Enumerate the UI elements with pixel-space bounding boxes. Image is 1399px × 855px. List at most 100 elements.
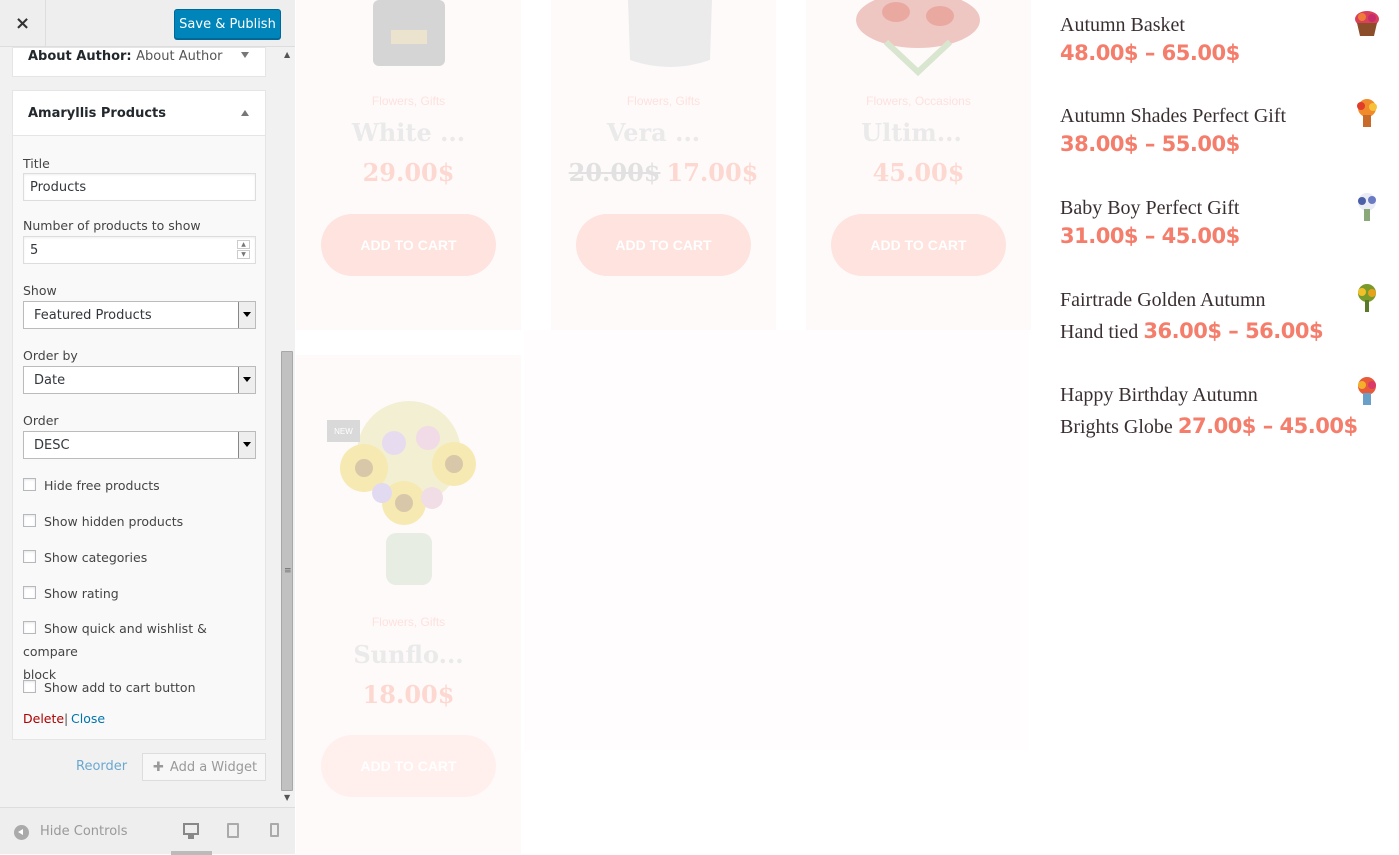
- checkbox-label: Show rating: [44, 586, 119, 601]
- mobile-preview-icon[interactable]: [270, 823, 279, 837]
- product-price: 45.00$: [872, 158, 965, 187]
- add-to-cart-button[interactable]: ADD TO CART: [831, 214, 1006, 276]
- baby-boy-thumb[interactable]: [1352, 192, 1382, 222]
- show-add-to-cart-checkbox-row[interactable]: Show add to cart button: [23, 676, 258, 699]
- checkbox[interactable]: [23, 514, 36, 527]
- dropdown-arrow-icon[interactable]: [238, 302, 255, 328]
- widget-product-item[interactable]: Baby Boy Perfect Gift 31.00$ – 45.00$: [1060, 192, 1380, 248]
- product-category[interactable]: Flowers, Gifts: [551, 94, 776, 108]
- add-widget-label: Add a Widget: [169, 760, 258, 775]
- checkbox-label: Show quick and wishlist & compare: [23, 621, 207, 659]
- panel-scrollbar[interactable]: ▲ ≡ ▼: [280, 47, 295, 807]
- orderby-select-value: Date: [34, 373, 66, 388]
- orderby-select[interactable]: Date: [23, 366, 256, 394]
- order-label: Order: [23, 413, 59, 428]
- add-to-cart-button[interactable]: ADD TO CART: [321, 735, 496, 797]
- widget-product-name[interactable]: Autumn Shades Perfect Gift: [1060, 100, 1380, 132]
- product-name[interactable]: Ultim...: [799, 118, 1024, 147]
- checkbox[interactable]: [23, 680, 36, 693]
- widgets-panel: About Author: About Author Amaryllis Pro…: [0, 47, 295, 807]
- widget-product-item[interactable]: Happy Birthday Autumn Brights Globe 27.0…: [1060, 379, 1380, 443]
- widget-subtitle: About Author: [136, 49, 223, 64]
- grid-filler: [524, 330, 1029, 750]
- show-hidden-checkbox-row[interactable]: Show hidden products: [23, 510, 258, 533]
- old-price: 20.00$: [568, 158, 661, 187]
- widget-title: Amaryllis Products: [28, 106, 166, 121]
- widget-product-name-continued[interactable]: Hand tied: [1060, 321, 1138, 343]
- dropdown-arrow-icon[interactable]: [238, 367, 255, 393]
- product-name[interactable]: Vera ...: [541, 118, 766, 147]
- scrollbar-thumb[interactable]: ≡: [281, 351, 293, 791]
- num-products-value: 5: [30, 243, 39, 258]
- title-input[interactable]: Products: [23, 173, 256, 201]
- link-separator: |: [64, 711, 69, 726]
- product-category[interactable]: Flowers, Occasions: [806, 94, 1031, 108]
- collapse-arrow-icon[interactable]: [14, 825, 29, 840]
- widget-product-item[interactable]: Autumn Shades Perfect Gift 38.00$ – 55.0…: [1060, 100, 1380, 156]
- hide-free-checkbox-row[interactable]: Hide free products: [23, 474, 258, 497]
- widget-product-name[interactable]: Happy Birthday Autumn: [1060, 379, 1380, 411]
- order-select[interactable]: DESC: [23, 431, 256, 459]
- delete-widget-link[interactable]: Delete: [23, 711, 64, 726]
- widget-product-price: 48.00$ – 65.00$: [1060, 41, 1240, 65]
- widget-product-price: 31.00$ – 45.00$: [1060, 224, 1240, 248]
- add-to-cart-button[interactable]: ADD TO CART: [321, 214, 496, 276]
- autumn-basket-thumb[interactable]: [1352, 8, 1382, 38]
- collapse-arrow-icon[interactable]: [241, 110, 249, 116]
- checkbox[interactable]: [23, 586, 36, 599]
- scroll-up-arrow-icon[interactable]: ▲: [284, 50, 290, 59]
- show-categories-checkbox-row[interactable]: Show categories: [23, 546, 258, 569]
- scroll-down-arrow-icon[interactable]: ▼: [284, 793, 290, 802]
- widget-product-name-continued[interactable]: Brights Globe: [1060, 416, 1173, 438]
- checkbox-label: Show add to cart button: [44, 680, 196, 695]
- checkbox[interactable]: [23, 550, 36, 563]
- hide-controls-button[interactable]: Hide Controls: [40, 824, 128, 839]
- add-to-cart-button[interactable]: ADD TO CART: [576, 214, 751, 276]
- dropdown-arrow-icon[interactable]: [238, 432, 255, 458]
- grip-icon: ≡: [284, 566, 292, 576]
- customizer-header: × Save & Publish: [0, 0, 295, 47]
- product-category[interactable]: Flowers, Gifts: [296, 94, 521, 108]
- checkbox[interactable]: [23, 621, 36, 634]
- show-label: Show: [23, 283, 57, 298]
- checkbox[interactable]: [23, 478, 36, 491]
- widget-product-name[interactable]: Fairtrade Golden Autumn: [1060, 284, 1380, 316]
- show-select[interactable]: Featured Products: [23, 301, 256, 329]
- product-name[interactable]: White ...: [296, 118, 521, 147]
- product-name[interactable]: Sunflo...: [296, 640, 521, 669]
- close-customizer-button[interactable]: ×: [0, 0, 46, 47]
- widget-product-price: 27.00$ – 45.00$: [1177, 414, 1358, 438]
- orderby-label: Order by: [23, 348, 78, 363]
- close-widget-link[interactable]: Close: [71, 711, 105, 726]
- save-publish-button[interactable]: Save & Publish: [174, 9, 281, 39]
- autumn-shades-thumb[interactable]: [1352, 98, 1382, 128]
- checkbox-label: Show categories: [44, 550, 148, 565]
- show-rating-checkbox-row[interactable]: Show rating: [23, 582, 258, 605]
- show-select-value: Featured Products: [34, 308, 152, 323]
- widget-header[interactable]: Amaryllis Products: [13, 91, 265, 136]
- gift-box-image: [373, 0, 445, 66]
- tablet-preview-icon[interactable]: [227, 823, 239, 838]
- happy-birthday-thumb[interactable]: [1352, 376, 1382, 406]
- widget-product-price: 38.00$ – 55.00$: [1060, 132, 1240, 156]
- customizer-footer: Hide Controls: [0, 807, 295, 855]
- desktop-preview-icon[interactable]: [183, 823, 199, 839]
- customizer-sidebar: × Save & Publish About Author: About Aut…: [0, 0, 295, 855]
- num-products-input[interactable]: 5 ▲ ▼: [23, 236, 256, 264]
- sale-price: 17.00$: [666, 158, 759, 187]
- expand-arrow-icon[interactable]: [241, 52, 249, 58]
- bouquet-image: [856, 0, 980, 76]
- widget-product-item[interactable]: Fairtrade Golden Autumn Hand tied 36.00$…: [1060, 284, 1380, 348]
- reorder-link[interactable]: Reorder: [76, 759, 127, 774]
- widget-product-item[interactable]: Autumn Basket 48.00$ – 65.00$: [1060, 9, 1380, 65]
- widget-product-name[interactable]: Baby Boy Perfect Gift: [1060, 192, 1380, 224]
- about-author-widget[interactable]: About Author: About Author: [12, 47, 266, 77]
- product-category[interactable]: Flowers, Gifts: [296, 615, 521, 629]
- gift-bag-image: [628, 0, 712, 67]
- fairtrade-autumn-thumb[interactable]: [1352, 283, 1382, 313]
- product-price: 18.00$: [362, 680, 455, 709]
- widget-product-name[interactable]: Autumn Basket: [1060, 9, 1380, 41]
- plus-icon: ✚: [153, 760, 164, 775]
- number-spinner[interactable]: ▲ ▼: [237, 240, 250, 260]
- add-widget-button[interactable]: ✚ Add a Widget: [142, 753, 266, 781]
